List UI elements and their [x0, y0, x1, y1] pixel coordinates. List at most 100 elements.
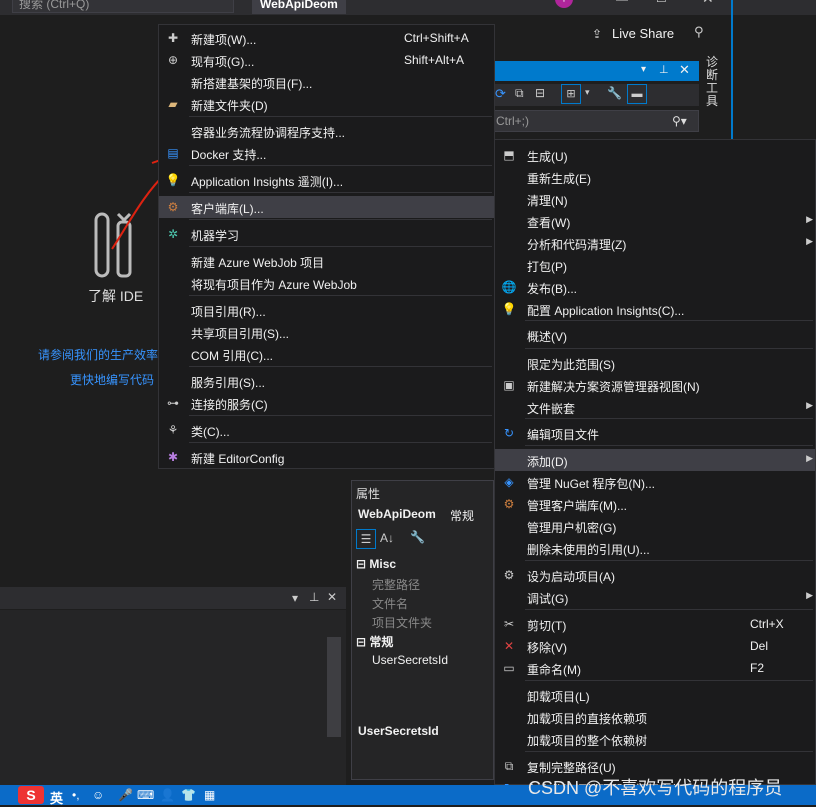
add-menu-item[interactable]: ▰ 新建文件夹(D): [159, 93, 494, 115]
shirt-icon[interactable]: 👕: [181, 788, 196, 802]
context-menu-item[interactable]: ▣ 新建解决方案资源管理器视图(N): [495, 374, 815, 396]
delete-icon: ✕: [503, 639, 515, 653]
view-toggle-icon[interactable]: ⊞: [561, 84, 581, 104]
add-menu-item[interactable]: ⚙ 客户端库(L)...: [159, 196, 494, 218]
code-faster-link[interactable]: 更快地编写代码: [70, 371, 154, 388]
context-menu-item[interactable]: 调试(G) ▶: [495, 586, 815, 608]
new-view-icon: ▣: [503, 378, 515, 392]
shortcut-label: Ctrl+X: [750, 617, 784, 631]
emoji-icon[interactable]: ☺: [92, 788, 104, 802]
context-menu-item-label: 分析和代码清理(Z): [527, 238, 627, 252]
live-share-button[interactable]: Live Share: [612, 26, 674, 41]
scrollbar[interactable]: [327, 637, 341, 737]
context-menu-item[interactable]: 删除未使用的引用(U)...: [495, 537, 815, 559]
add-menu-item[interactable]: 共享项目引用(S)...: [159, 321, 494, 343]
search-icon[interactable]: ⚲▾: [672, 111, 687, 131]
context-menu-item[interactable]: ↻ 编辑项目文件: [495, 422, 815, 444]
refresh-icon[interactable]: ⟳: [495, 86, 506, 102]
context-menu-item[interactable]: ⬒ 生成(U): [495, 144, 815, 166]
category-misc[interactable]: ⊟ Misc: [356, 557, 396, 571]
context-menu-item[interactable]: 💡 配置 Application Insights(C)...: [495, 298, 815, 320]
context-menu-item[interactable]: ◈ 管理 NuGet 程序包(N)...: [495, 471, 815, 493]
diagnostic-tools-tab[interactable]: 诊断工具: [706, 56, 720, 108]
context-menu-item-label: 发布(B)...: [527, 282, 577, 296]
context-menu-item[interactable]: ⚙ 设为启动项目(A): [495, 564, 815, 586]
sort-alpha-icon[interactable]: A↓: [380, 531, 394, 545]
context-menu-item[interactable]: 🌐 发布(B)...: [495, 276, 815, 298]
property-full-path[interactable]: 完整路径: [372, 576, 420, 593]
preview-icon[interactable]: ▬: [627, 84, 647, 104]
property-file-name[interactable]: 文件名: [372, 595, 408, 612]
wrench-icon[interactable]: 🔧: [607, 86, 622, 100]
add-menu-item[interactable]: ⊕ 现有项(G)... Shift+Alt+A: [159, 49, 494, 71]
add-menu-item[interactable]: 服务引用(S)...: [159, 370, 494, 392]
punctuation-icon[interactable]: •,: [72, 788, 80, 802]
ime-language[interactable]: 英: [50, 788, 63, 807]
close-icon[interactable]: ✕: [679, 62, 690, 78]
grid-icon[interactable]: ▦: [204, 788, 215, 802]
feedback-icon[interactable]: ⚲: [694, 24, 704, 40]
context-menu-item[interactable]: 限定为此范围(S): [495, 352, 815, 374]
context-menu-item[interactable]: 文件嵌套 ▶: [495, 396, 815, 418]
collapse-icon[interactable]: ⊟: [535, 86, 545, 100]
context-menu-item[interactable]: 查看(W) ▶: [495, 210, 815, 232]
add-menu-item[interactable]: ✲ 机器学习: [159, 223, 494, 245]
add-menu-item[interactable]: ✚ 新建项(W)... Ctrl+Shift+A: [159, 27, 494, 49]
context-menu-item[interactable]: 添加(D) ▶: [495, 449, 815, 471]
close-icon[interactable]: ✕: [702, 0, 714, 7]
search-input[interactable]: 搜索 (Ctrl+Q): [12, 0, 234, 13]
context-menu-item-label: 打包(P): [527, 260, 567, 274]
context-menu-item[interactable]: 概述(V): [495, 324, 815, 346]
property-project-folder[interactable]: 项目文件夹: [372, 614, 432, 631]
pin-icon[interactable]: ⊥: [659, 63, 669, 76]
context-menu-item[interactable]: 加载项目的直接依赖项: [495, 706, 815, 728]
add-menu-item[interactable]: ⚘ 类(C)...: [159, 419, 494, 441]
user-icon[interactable]: 👤: [160, 788, 175, 802]
close-icon[interactable]: ✕: [327, 590, 337, 604]
add-menu-item[interactable]: 容器业务流程协调程序支持...: [159, 120, 494, 142]
menu-separator: [189, 366, 492, 367]
dropdown-icon[interactable]: ▾: [585, 87, 590, 98]
context-menu-item[interactable]: 重新生成(E): [495, 166, 815, 188]
categorized-icon[interactable]: ☰: [356, 529, 376, 549]
context-menu-item[interactable]: ✂ 剪切(T) Ctrl+X: [495, 613, 815, 635]
context-menu-item[interactable]: ✕ 移除(V) Del: [495, 635, 815, 657]
add-menu-item[interactable]: 项目引用(R)...: [159, 299, 494, 321]
context-menu-item[interactable]: ⚙ 管理客户端库(M)...: [495, 493, 815, 515]
dropdown-icon[interactable]: ▾: [292, 591, 298, 605]
output-pane-header: ▾ ⊥ ✕: [0, 587, 346, 609]
context-menu-item[interactable]: 加载项目的整个依赖树: [495, 728, 815, 750]
properties-object-type: 常规: [450, 509, 475, 523]
context-menu-item[interactable]: 打包(P): [495, 254, 815, 276]
context-menu-item-label: 生成(U): [527, 150, 568, 164]
maximize-icon[interactable]: ☐: [656, 0, 667, 5]
submenu-arrow-icon: ▶: [806, 236, 813, 246]
pin-icon[interactable]: ⊥: [309, 590, 319, 604]
minimize-icon[interactable]: —: [616, 0, 628, 6]
context-menu-item[interactable]: 分析和代码清理(Z) ▶: [495, 232, 815, 254]
solution-search-input[interactable]: Ctrl+;) ⚲▾: [493, 110, 699, 132]
context-menu-item-label: 文件嵌套: [527, 402, 576, 416]
ime-logo[interactable]: S: [18, 786, 44, 804]
copy-icon[interactable]: ⧉: [515, 86, 524, 101]
productivity-link[interactable]: 请参阅我们的生产效率: [38, 346, 158, 363]
context-menu-item[interactable]: 清理(N): [495, 188, 815, 210]
add-menu-item[interactable]: COM 引用(C)...: [159, 343, 494, 365]
microphone-icon[interactable]: 🎤: [118, 788, 133, 802]
add-menu-item[interactable]: 新搭建基架的项目(F)...: [159, 71, 494, 93]
context-menu-item-label: 重新生成(E): [527, 172, 591, 186]
add-menu-item[interactable]: 新建 Azure WebJob 项目: [159, 250, 494, 272]
dropdown-icon[interactable]: ▾: [641, 64, 646, 75]
add-menu-item[interactable]: ⊶ 连接的服务(C): [159, 392, 494, 414]
context-menu-item[interactable]: 管理用户机密(G): [495, 515, 815, 537]
category-general[interactable]: ⊟ 常规: [356, 633, 393, 650]
add-menu-item[interactable]: 💡 Application Insights 遥测(I)...: [159, 169, 494, 191]
add-menu-item[interactable]: 将现有项目作为 Azure WebJob: [159, 272, 494, 294]
add-menu-item[interactable]: ▤ Docker 支持...: [159, 142, 494, 164]
add-menu-item[interactable]: ✱ 新建 EditorConfig: [159, 446, 494, 468]
keyboard-icon[interactable]: ⌨: [137, 788, 154, 802]
context-menu-item[interactable]: 卸载项目(L): [495, 684, 815, 706]
context-menu-item[interactable]: ▭ 重命名(M) F2: [495, 657, 815, 679]
property-pages-icon[interactable]: 🔧: [410, 530, 425, 544]
property-user-secrets-id[interactable]: UserSecretsId: [372, 653, 448, 667]
